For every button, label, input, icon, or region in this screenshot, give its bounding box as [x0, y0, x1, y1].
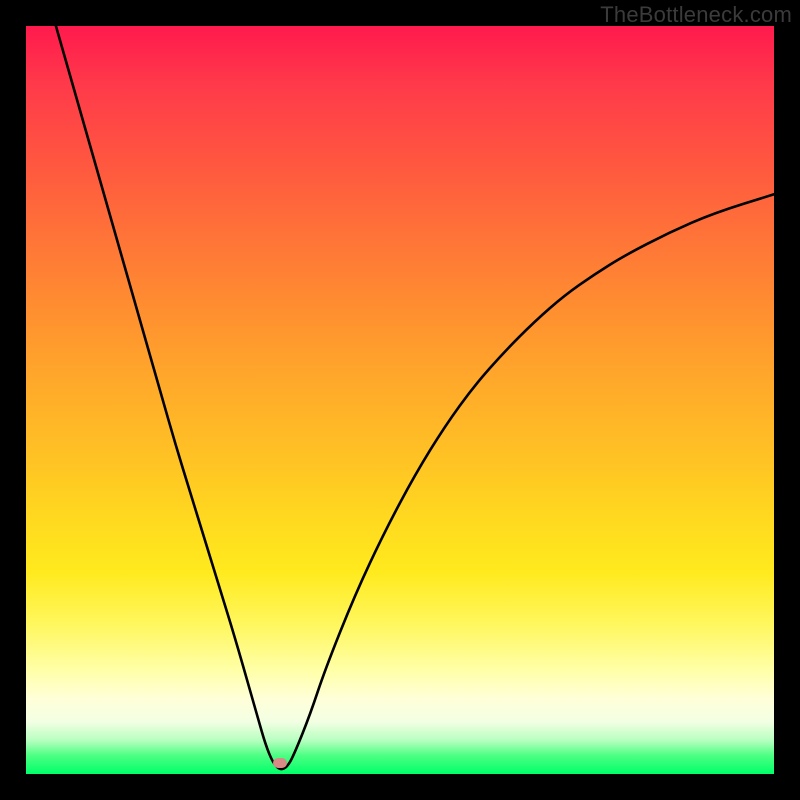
- optimum-marker: [273, 758, 287, 768]
- plot-area: [26, 26, 774, 774]
- watermark-text: TheBottleneck.com: [600, 2, 792, 28]
- bottleneck-curve: [26, 26, 774, 774]
- chart-frame: TheBottleneck.com: [0, 0, 800, 800]
